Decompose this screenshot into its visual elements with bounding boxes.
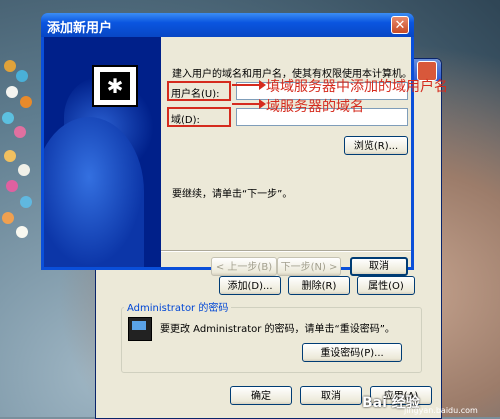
close-icon[interactable]: ✕	[391, 16, 409, 34]
password-instruction: 要更改 Administrator 的密码，请单击“重设密码”。	[160, 324, 395, 335]
password-group	[121, 307, 422, 373]
wizard-banner: ✱	[44, 37, 161, 267]
password-computer-icon	[128, 317, 152, 341]
dialog-title: 添加新用户	[47, 21, 113, 36]
continue-instruction: 要继续，请单击“下一步”。	[172, 189, 293, 200]
baidu-watermark-url: jingyan.baidu.com	[404, 406, 478, 415]
dialog-separator	[161, 250, 411, 252]
domain-annotation: 域服务器的域名	[266, 99, 364, 115]
password-group-label: Administrator 的密码	[124, 299, 232, 314]
domain-annotation-arrow	[232, 99, 266, 109]
dialog-body: ✱ 建入用户的域名和用户名，使其有权限使用本计算机。 用户名(U): 域(D):…	[44, 37, 412, 276]
reset-password-button[interactable]: 重设密码(P)...	[302, 343, 402, 362]
username-label: 用户名(U):	[171, 89, 220, 100]
ok-button[interactable]: 确定	[230, 386, 292, 405]
username-annotation-arrow	[232, 80, 266, 90]
add-new-user-dialog: 添加新用户 ✕ ✱ 建入用户的域名和用户名，使其有权限使用本计算机。 用户名(U…	[41, 13, 414, 276]
delete-button[interactable]: 删除(R)	[288, 276, 350, 295]
browse-button[interactable]: 浏览(R)...	[344, 136, 408, 155]
dialog-titlebar: 添加新用户 ✕	[41, 13, 414, 37]
add-button[interactable]: 添加(D)...	[219, 276, 281, 295]
back-button[interactable]: < 上一步(B)	[211, 257, 277, 276]
parent-cancel-button[interactable]: 取消	[300, 386, 362, 405]
add-user-icon: ✱	[92, 65, 138, 107]
cancel-button[interactable]: 取消	[350, 257, 408, 276]
properties-button[interactable]: 属性(O)	[357, 276, 415, 295]
domain-label: 域(D):	[171, 115, 200, 126]
next-button[interactable]: 下一步(N) >	[277, 257, 341, 276]
username-annotation: 填域服务器中添加的域用户名	[266, 79, 448, 95]
